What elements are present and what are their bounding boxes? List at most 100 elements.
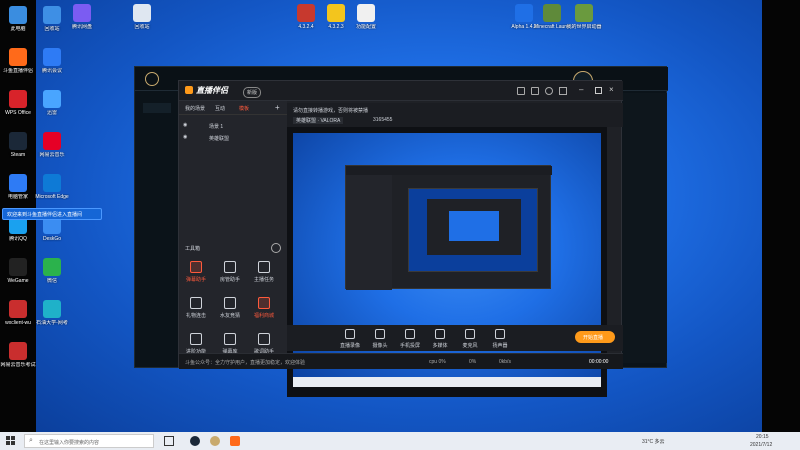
settings-icon[interactable]: [517, 87, 525, 95]
desktop-icon-top-1[interactable]: 回收站: [124, 4, 160, 30]
bottom-tool-3[interactable]: 多媒体: [427, 329, 453, 349]
tab-my-scenes[interactable]: 我的场景: [185, 105, 205, 112]
desktop-icon-left-7[interactable]: wxclient-wu: [0, 300, 36, 326]
clock-time[interactable]: 20:15: [756, 434, 769, 440]
tool-item-7[interactable]: 弹幕库: [219, 333, 241, 355]
desktop-icon-left-4[interactable]: 电脑管家: [0, 174, 36, 200]
start-stream-label: 开始直播: [583, 335, 604, 341]
tool-item-6[interactable]: 进阶功能: [185, 333, 207, 355]
start-stream-button[interactable]: 开始直播: [575, 331, 615, 343]
desktop-icon-left-3[interactable]: Steam: [0, 132, 36, 158]
lol-sidebar-tab[interactable]: [143, 103, 171, 113]
desktop-icon-left2-1-icon: [43, 48, 61, 66]
tool-icon: [224, 261, 236, 273]
desktop-icon-left2-4-icon: [43, 174, 61, 192]
bottom-tool-icon: [405, 329, 415, 339]
desktop-icon-left-3-label: Steam: [10, 152, 26, 158]
minimize-icon[interactable]: –: [579, 86, 587, 96]
desktop-icon-left-2[interactable]: WPS Office: [0, 90, 36, 116]
timer: 00:00:00: [589, 359, 609, 365]
bottom-tool-2[interactable]: 手机投屏: [397, 329, 423, 349]
tool-icon: [224, 333, 236, 345]
task-view-icon[interactable]: [164, 436, 174, 446]
bottom-tool-icon: [465, 329, 475, 339]
app-titlebar: 直播伴侣 新版 – ×: [179, 81, 623, 101]
scene-label: 场景 1: [209, 124, 224, 130]
desktop-icon-left2-2-icon: [43, 90, 61, 108]
tool-label: 礼物连击: [185, 313, 206, 319]
desktop-icon-left-0[interactable]: 此电脑: [0, 6, 36, 32]
desktop-icon-top-0[interactable]: 腾讯网盘: [64, 4, 100, 30]
nested-preview: [408, 188, 538, 272]
desktop-icon-left-8-icon: [9, 342, 27, 360]
desktop-icon-top-6-label: Minecraft Launcher: [534, 24, 570, 30]
desktop-icon-top-6[interactable]: Minecraft Launcher: [534, 4, 570, 30]
tool-item-1[interactable]: 房管助手: [219, 261, 241, 283]
eye-icon[interactable]: ◉: [183, 122, 187, 128]
search-box[interactable]: ⌕ 在这里输入你要搜索的内容: [24, 434, 154, 448]
bottom-tool-0[interactable]: 直播录像: [337, 329, 363, 349]
lol-taskbar-icon[interactable]: [210, 436, 220, 446]
gift-icon[interactable]: [531, 87, 539, 95]
maximize-icon[interactable]: [595, 87, 602, 94]
tool-icon: [258, 261, 270, 273]
bell-icon[interactable]: [545, 87, 553, 95]
left-panel: 我的场景 互动 模板 + ◉ 场景 1 ◉ 英雄联盟 工具箱 弹幕助手 房管助手 主…: [179, 101, 287, 369]
desktop-icon-left-8-label: 网易云音乐考试: [0, 362, 36, 368]
desktop-icon-left-4-icon: [9, 174, 27, 192]
desktop-icon-left2-6[interactable]: 微信: [34, 258, 70, 284]
bottom-tool-icon: [435, 329, 445, 339]
windows-start-icon[interactable]: [6, 436, 16, 446]
tool-item-0[interactable]: 弹幕助手: [185, 261, 207, 283]
tool-icon: [258, 297, 270, 309]
douyu-taskbar-icon[interactable]: [230, 436, 240, 446]
lol-logo-icon: [145, 72, 159, 86]
desktop-icon-top-4-icon: [357, 4, 375, 22]
close-icon[interactable]: ×: [609, 85, 614, 94]
tool-icon: [224, 297, 236, 309]
desktop-icon-left2-2[interactable]: 迅雷: [34, 90, 70, 116]
desktop-icon-left2-4[interactable]: Microsoft Edge: [34, 174, 70, 200]
desktop-icon-left-0-label: 此电脑: [10, 26, 26, 32]
tool-item-8[interactable]: 歌词助手: [253, 333, 275, 355]
desktop-icon-left2-1[interactable]: 腾讯会议: [34, 48, 70, 74]
add-icon[interactable]: +: [275, 103, 280, 112]
tool-item-3[interactable]: 礼物连击: [185, 297, 207, 319]
desktop-icon-top-1-icon: [133, 4, 151, 22]
desktop-icon-left2-3-icon: [43, 132, 61, 150]
bottom-tool-4[interactable]: 麦克风: [457, 329, 483, 349]
scene-item-1[interactable]: ◉ 场景 1: [183, 121, 283, 131]
stream-title[interactable]: 英雄联盟 · VALORA: [293, 117, 344, 124]
bottom-tool-label: 多媒体: [432, 343, 448, 349]
tab-interaction[interactable]: 互动: [215, 105, 225, 112]
scene-item-2[interactable]: ◉ 英雄联盟: [183, 133, 283, 143]
desktop-icon-top-7[interactable]: 我的世界启动器: [566, 4, 602, 30]
desktop-icon-left-8[interactable]: 网易云音乐考试: [0, 342, 36, 368]
desktop-icon-left-7-label: wxclient-wu: [5, 320, 31, 326]
nested-app-window: [345, 165, 552, 290]
tool-item-2[interactable]: 主播任务: [253, 261, 275, 283]
tool-label: 房管助手: [219, 277, 240, 283]
toolbox-settings-icon[interactable]: [271, 243, 281, 253]
desktop-icon-left2-7[interactable]: 石油大学-网考: [34, 300, 70, 326]
tool-item-4[interactable]: 水友竞猜: [219, 297, 241, 319]
bottom-tool-label: 扬声器: [492, 343, 508, 349]
bottom-tool-5[interactable]: 扬声器: [487, 329, 513, 349]
tool-item-5[interactable]: 福利商城: [253, 297, 275, 319]
eye-icon[interactable]: ◉: [183, 134, 187, 140]
message-icon[interactable]: [559, 87, 567, 95]
preview-taskbar: [293, 377, 601, 387]
desktop-icon-left2-3[interactable]: 网易云音乐: [34, 132, 70, 158]
desktop-icon-left-1[interactable]: 斗鱼直播伴侣: [0, 48, 36, 74]
steam-taskbar-icon[interactable]: [190, 436, 200, 446]
welcome-tooltip[interactable]: 欢迎来到斗鱼直播伴侣进入直播间: [2, 208, 102, 220]
bottom-toolbar: 直播录像 摄像头 手机投屏 多媒体 麦克风 扬声器 开始直播: [287, 325, 623, 351]
footer-text: 斗鱼公众号：全力守护用户，直播更加稳定，欢迎体验: [185, 360, 306, 366]
desktop-icon-top-4[interactable]: 功能配置: [348, 4, 384, 30]
desktop-icon-left-6[interactable]: WeGame: [0, 258, 36, 284]
tab-templates[interactable]: 模板: [239, 105, 249, 112]
bottom-tool-1[interactable]: 摄像头: [367, 329, 393, 349]
clock-date[interactable]: 2021/7/12: [750, 442, 772, 448]
weather-text[interactable]: 31°C 多云: [642, 438, 665, 445]
status-footer: 斗鱼公众号：全力守护用户，直播更加稳定，欢迎体验 cpu 0% 0% 0kb/s…: [179, 353, 623, 369]
